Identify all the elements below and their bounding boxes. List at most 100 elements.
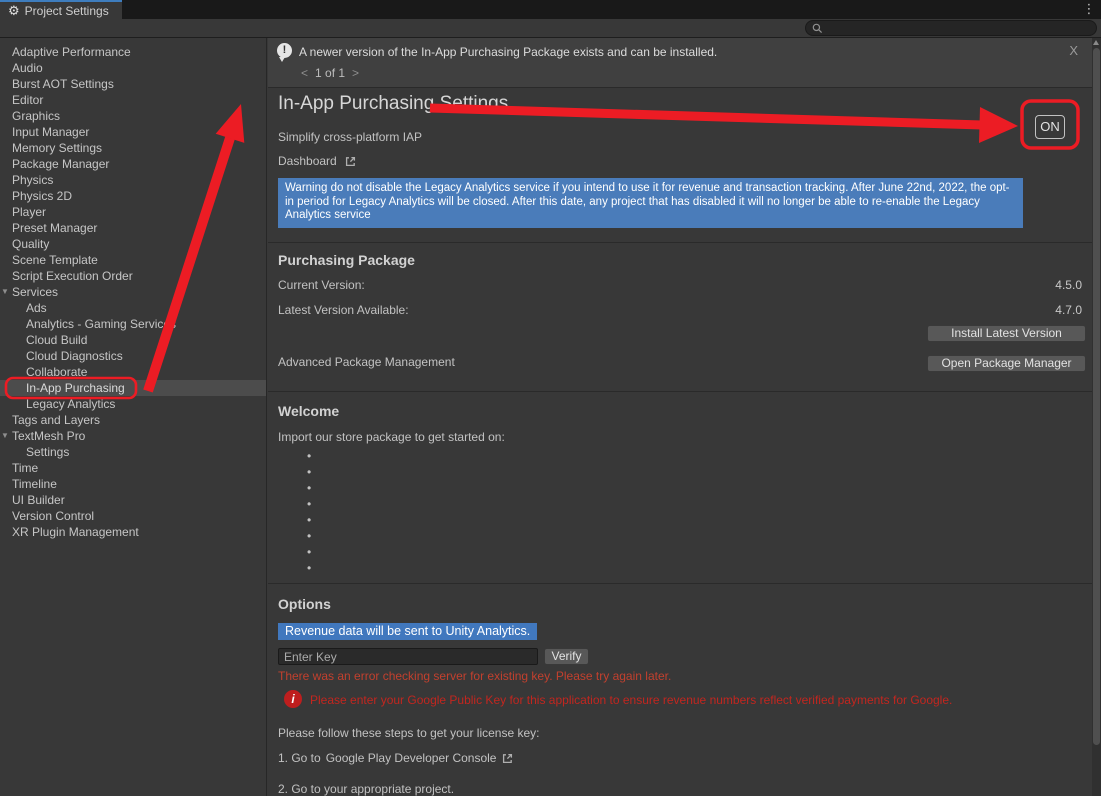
sidebar-item-label: XR Plugin Management: [12, 525, 139, 539]
search-input[interactable]: [827, 22, 1090, 34]
sidebar-item[interactable]: ▼ Time: [0, 460, 266, 476]
sidebar-item-label: UI Builder: [12, 493, 65, 507]
options-heading: Options: [278, 596, 331, 612]
page-title: In-App Purchasing Settings: [278, 93, 508, 115]
sidebar-item[interactable]: ▼ XR Plugin Management: [0, 524, 266, 540]
notification-pager: < 1 of 1 >: [301, 66, 359, 80]
sidebar-item[interactable]: ▼ UI Builder: [0, 492, 266, 508]
store-list-item: [307, 464, 317, 480]
sidebar-item-label: Physics 2D: [12, 189, 72, 203]
open-package-manager-button[interactable]: Open Package Manager: [927, 355, 1086, 372]
sidebar-item[interactable]: ▼ Preset Manager: [0, 220, 266, 236]
sidebar-item-label: Package Manager: [12, 157, 109, 171]
sidebar-item-label: In-App Purchasing: [26, 381, 125, 395]
sidebar-item-label: Preset Manager: [12, 221, 97, 235]
sidebar-item[interactable]: ▼ Package Manager: [0, 156, 266, 172]
search-icon: [812, 23, 823, 34]
sidebar-item[interactable]: ▼ Cloud Build: [0, 332, 266, 348]
sidebar-item[interactable]: ▼ Input Manager: [0, 124, 266, 140]
welcome-intro: Import our store package to get started …: [278, 430, 505, 444]
sidebar-item[interactable]: ▼ Audio: [0, 60, 266, 76]
sidebar-item-label: Time: [12, 461, 38, 475]
foldout-chevron-icon[interactable]: ▼: [1, 428, 11, 444]
google-public-key-message: Please enter your Google Public Key for …: [310, 693, 1070, 707]
pager-prev-icon[interactable]: <: [301, 66, 308, 80]
sidebar-item[interactable]: ▼ Graphics: [0, 108, 266, 124]
sidebar-item-label: Quality: [12, 237, 49, 251]
latest-version-label: Latest Version Available:: [278, 303, 409, 317]
sidebar-item[interactable]: ▼ TextMesh Pro: [0, 428, 266, 444]
store-list: [307, 448, 317, 576]
store-list-item: [307, 544, 317, 560]
notification-message: A newer version of the In-App Purchasing…: [299, 45, 717, 59]
store-list-item: [307, 528, 317, 544]
sidebar-item-label: Settings: [26, 445, 69, 459]
notification-bar: ! A newer version of the In-App Purchasi…: [268, 38, 1092, 88]
sidebar-item-label: Player: [12, 205, 46, 219]
inapp-purchasing-panel: ! A newer version of the In-App Purchasi…: [268, 38, 1092, 796]
dashboard-link[interactable]: Dashboard: [278, 154, 357, 168]
sidebar-item-label: Collaborate: [26, 365, 87, 379]
tab-project-settings[interactable]: ⚙ Project Settings: [0, 0, 122, 19]
sidebar-item-label: Memory Settings: [12, 141, 102, 155]
sidebar-item[interactable]: ▼ Version Control: [0, 508, 266, 524]
sidebar-item[interactable]: ▼ Player: [0, 204, 266, 220]
sidebar-item-label: Ads: [26, 301, 47, 315]
verify-key-button[interactable]: Verify: [544, 648, 589, 665]
sidebar-item-label: Scene Template: [12, 253, 98, 267]
search-box[interactable]: [805, 20, 1097, 36]
window-title: Project Settings: [25, 4, 109, 18]
service-tagline: Simplify cross-platform IAP: [278, 130, 422, 144]
sidebar-item[interactable]: ▼ Scene Template: [0, 252, 266, 268]
kebab-menu-icon[interactable]: ⋮: [1081, 1, 1097, 17]
sidebar-item[interactable]: ▼ Timeline: [0, 476, 266, 492]
sidebar-item[interactable]: ▼ Services: [0, 284, 266, 300]
foldout-chevron-icon[interactable]: ▼: [1, 284, 11, 300]
current-version-value: 4.5.0: [1055, 278, 1082, 292]
sidebar-item-label: Cloud Build: [26, 333, 87, 347]
sidebar-item[interactable]: ▼ Tags and Layers: [0, 412, 266, 428]
advanced-package-management-label: Advanced Package Management: [278, 355, 455, 369]
sidebar-item-label: Services: [12, 285, 58, 299]
sidebar-item[interactable]: ▼ Script Execution Order: [0, 268, 266, 284]
step1-prefix: 1. Go to: [278, 751, 321, 765]
service-on-toggle[interactable]: ON: [1035, 115, 1065, 139]
external-link-icon: [344, 155, 357, 168]
sidebar-item[interactable]: ▼ Editor: [0, 92, 266, 108]
dashboard-link-label: Dashboard: [278, 154, 337, 168]
close-icon[interactable]: X: [1069, 43, 1078, 58]
sidebar-item-label: Analytics - Gaming Services: [26, 317, 176, 331]
sidebar-item[interactable]: ▼ Physics: [0, 172, 266, 188]
sidebar-item[interactable]: ▼ Physics 2D: [0, 188, 266, 204]
sidebar-item[interactable]: ▼ In-App Purchasing: [0, 380, 266, 396]
sidebar-item[interactable]: ▼ Adaptive Performance: [0, 44, 266, 60]
pager-next-icon[interactable]: >: [352, 66, 359, 80]
pager-text: 1 of 1: [315, 66, 345, 80]
sidebar-item[interactable]: ▼ Settings: [0, 444, 266, 460]
sidebar-item[interactable]: ▼ Burst AOT Settings: [0, 76, 266, 92]
revenue-analytics-note: Revenue data will be sent to Unity Analy…: [278, 623, 537, 640]
vertical-scrollbar: [1092, 38, 1101, 796]
sidebar-item-label: Physics: [12, 173, 53, 187]
store-list-item: [307, 480, 317, 496]
sidebar-item[interactable]: ▼ Analytics - Gaming Services: [0, 316, 266, 332]
sidebar-item[interactable]: ▼ Quality: [0, 236, 266, 252]
store-list-item: [307, 512, 317, 528]
scroll-up-arrow-icon[interactable]: [1093, 40, 1099, 45]
sidebar-item[interactable]: ▼ Memory Settings: [0, 140, 266, 156]
settings-sidebar: ▼ Adaptive Performance ▼ Audio ▼ Burst A…: [0, 38, 267, 796]
error-info-icon: i: [284, 690, 302, 708]
sidebar-item-label: Version Control: [12, 509, 94, 523]
install-latest-version-button[interactable]: Install Latest Version: [927, 325, 1086, 342]
sidebar-item[interactable]: ▼ Legacy Analytics: [0, 396, 266, 412]
google-play-console-link[interactable]: Google Play Developer Console: [326, 751, 497, 765]
legacy-analytics-warning: Warning do not disable the Legacy Analyt…: [278, 178, 1023, 228]
sidebar-item[interactable]: ▼ Collaborate: [0, 364, 266, 380]
google-key-input[interactable]: [278, 648, 538, 665]
scrollbar-thumb[interactable]: [1093, 48, 1100, 745]
section-divider: [268, 242, 1092, 243]
sidebar-item-label: Audio: [12, 61, 43, 75]
sidebar-item[interactable]: ▼ Cloud Diagnostics: [0, 348, 266, 364]
sidebar-item[interactable]: ▼ Ads: [0, 300, 266, 316]
project-settings-window: ⚙ Project Settings ⋮ ▼ Adaptive Performa…: [0, 0, 1101, 796]
